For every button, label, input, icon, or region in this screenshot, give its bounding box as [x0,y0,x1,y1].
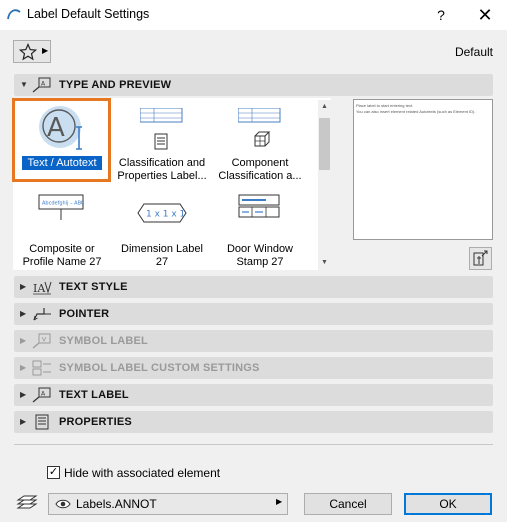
layer-value: Labels.ANNOT [76,497,157,511]
pointer-icon [33,308,51,321]
help-button[interactable]: ? [430,4,452,26]
favorites-default-label: Default [454,45,493,59]
preview-settings-icon [473,250,488,266]
hide-with-element-label: Hide with associated element [64,466,221,480]
panel-label: PROPERTIES [59,416,132,428]
expand-right-icon: ▶ [20,336,27,345]
tile-door-window-stamp[interactable]: Door Window Stamp 27 [210,188,310,270]
preview-options-button[interactable] [469,247,492,270]
panel-symbol-label[interactable]: ▶ SYMBOL LABEL [14,330,493,352]
tile-label: Profile Name 27 [22,256,102,268]
tile-label: Classification and [118,157,206,169]
composite-icon-text: Abcdefghij – ABC [42,201,85,207]
tile-classification-properties[interactable]: Classification and Properties Label... [112,100,212,184]
tile-label: Door Window [226,243,294,255]
favorites-button[interactable]: ▶ [13,40,51,63]
expand-right-icon: ▶ [20,390,27,399]
tile-component-classification[interactable]: Component Classification a... [210,100,310,184]
svg-text:IA: IA [33,282,46,295]
tile-label: 27 [155,256,169,268]
text-style-icon: IA [33,281,52,295]
scroll-down-icon[interactable]: ▼ [318,256,331,270]
symbol-label-icon [32,333,51,349]
tile-label: Composite or [29,243,95,255]
divider [14,444,493,445]
dimension-label-icon: 1 x 1 x 1 [137,203,187,223]
layers-icon [16,495,38,509]
expand-right-icon: ▶ [20,417,27,426]
panel-type-and-preview[interactable]: ▼ A TYPE AND PREVIEW [14,74,493,96]
expand-down-icon: ▼ [20,80,28,89]
close-button[interactable]: ✕ [474,4,496,26]
label-type-icon: A [32,77,51,93]
archicad-logo-icon [7,9,21,20]
star-icon [19,43,37,61]
text-autotext-icon: A [39,106,82,150]
window-title: Label Default Settings [27,7,150,21]
panel-symbol-label-custom-settings[interactable]: ▶ SYMBOL LABEL CUSTOM SETTINGS [14,357,493,379]
svg-text:A: A [47,113,65,143]
tile-label: Dimension Label [121,243,203,255]
tile-label: Component [231,157,289,169]
ok-button[interactable]: OK [404,493,492,515]
composite-name-icon: Abcdefghij – ABC [38,194,85,220]
expand-right-icon: ▶ [20,363,27,372]
label-preview: Place label to start entering text. You … [353,99,493,240]
tile-dimension-label[interactable]: 1 x 1 x 1 Dimension Label 27 [112,188,212,270]
svg-text:A: A [41,391,46,398]
scroll-up-icon[interactable]: ▲ [318,100,331,114]
properties-icon [35,414,49,430]
classification-label-icon [140,108,183,150]
preview-text: You can also insert element related Auto… [356,109,476,114]
panel-label: TEXT STYLE [59,281,128,293]
panel-label: SYMBOL LABEL [59,335,148,347]
hide-with-element-checkbox[interactable]: ✓ [47,466,60,479]
tile-label: Properties Label... [117,170,207,182]
door-window-stamp-icon [238,194,280,218]
preview-text: Place label to start entering text. [356,103,414,108]
chevron-right-icon: ▶ [276,497,283,506]
tile-label: Text / Autotext [27,157,97,169]
panel-text-label[interactable]: ▶ A TEXT LABEL [14,384,493,406]
dimension-icon-text: 1 x 1 x 1 [146,210,185,220]
tile-composite-profile-name[interactable]: Abcdefghij – ABC Composite or Profile Na… [12,188,112,270]
component-label-icon [238,108,281,147]
panel-label: SYMBOL LABEL CUSTOM SETTINGS [59,362,260,374]
panel-pointer[interactable]: ▶ POINTER [14,303,493,325]
expand-right-icon: ▶ [20,309,27,318]
text-label-icon: A [32,387,51,403]
panel-label: POINTER [59,308,110,320]
tile-label: Classification a... [218,170,302,182]
expand-right-icon: ▶ [20,282,27,291]
svg-text:A: A [41,81,46,88]
eye-icon [55,499,71,509]
chevron-right-icon: ▶ [42,46,49,55]
panel-properties[interactable]: ▶ PROPERTIES [14,411,493,433]
panel-label: TYPE AND PREVIEW [59,79,172,91]
panel-text-style[interactable]: ▶ IA TEXT STYLE [14,276,493,298]
tile-label: Stamp 27 [236,256,284,268]
panel-label: TEXT LABEL [59,389,129,401]
custom-settings-icon [32,360,51,376]
scroll-thumb[interactable] [319,118,330,170]
cancel-button[interactable]: Cancel [304,493,392,515]
